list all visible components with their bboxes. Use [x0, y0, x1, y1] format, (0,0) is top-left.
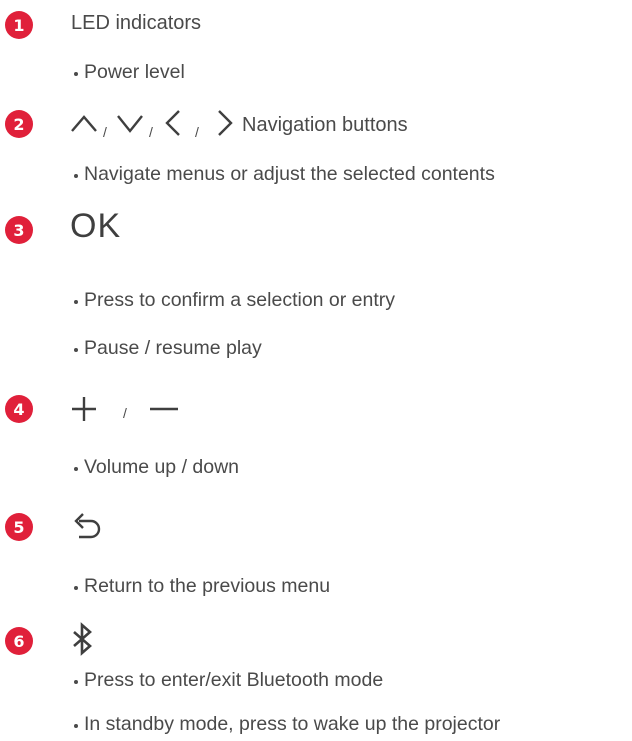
- separator: /: [195, 124, 199, 140]
- section-4-badge: 4: [5, 395, 33, 423]
- section-5-badge: 5: [5, 513, 33, 541]
- section-1-bullet-1: Power level: [74, 61, 185, 83]
- section-1-title: LED indicators: [71, 12, 202, 34]
- section-6-bullet-1: Press to enter/exit Bluetooth mode: [73, 669, 384, 691]
- section-3-title: OK: [70, 207, 122, 245]
- section-4-bullet-1: Volume up / down: [73, 456, 240, 478]
- section-3-bullet-1: Press to confirm a selection or entry: [73, 289, 396, 311]
- left-chevron-icon: [164, 108, 182, 138]
- section-6-bullet-2: In standby mode, press to wake up the pr…: [73, 713, 501, 735]
- separator: /: [149, 124, 153, 140]
- return-icon: [70, 507, 104, 541]
- section-2-bullet-1: Navigate menus or adjust the selected co…: [74, 163, 495, 185]
- bluetooth-icon: [70, 622, 96, 656]
- right-chevron-icon: [216, 108, 234, 138]
- section-6-badge: 6: [5, 627, 33, 655]
- section-3-bullet-2: Pause / resume play: [74, 337, 262, 359]
- separator: /: [103, 124, 107, 140]
- up-chevron-icon: [70, 112, 98, 134]
- plus-icon: [70, 395, 98, 423]
- separator: /: [123, 405, 127, 421]
- section-3-badge: 3: [5, 216, 33, 244]
- minus-icon: [149, 396, 179, 422]
- section-2-badge: 2: [5, 110, 33, 138]
- down-chevron-icon: [116, 112, 144, 134]
- section-2-title: Navigation buttons: [242, 114, 408, 136]
- section-1-badge: 1: [5, 11, 33, 39]
- section-5-bullet-1: Return to the previous menu: [73, 575, 331, 597]
